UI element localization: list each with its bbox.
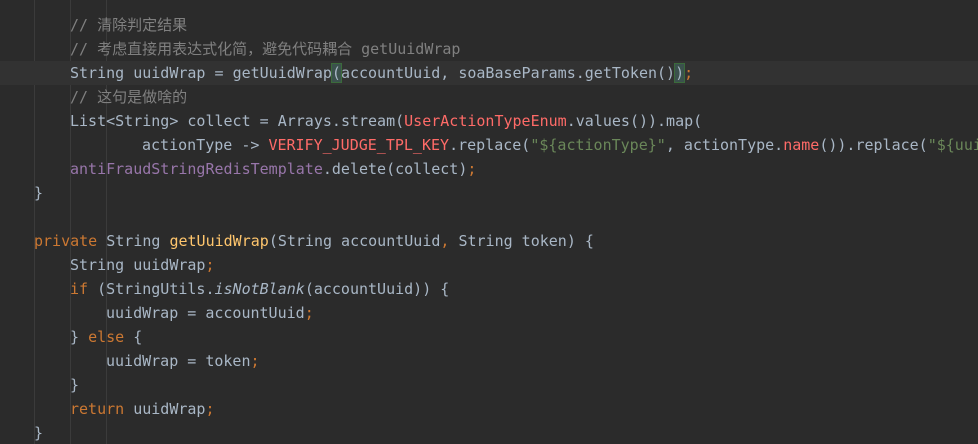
code-text: String uuidWrap = getUuidWrap(accountUui… <box>70 61 693 85</box>
code-text: // 清除判定结果 <box>70 13 187 37</box>
code-text: actionType -> VERIFY_JUDGE_TPL_KEY.repla… <box>142 133 978 157</box>
code-token: ()).replace( <box>819 136 928 154</box>
code-text: String uuidWrap; <box>70 253 215 277</box>
code-text: // 考虑直接用表达式化简，避免代码耦合 getUuidWrap <box>70 37 460 61</box>
code-line[interactable]: } <box>0 373 978 397</box>
code-token: name <box>783 136 820 154</box>
code-token: isNotBlank <box>214 280 305 298</box>
code-token: (String accountUuid <box>268 232 441 250</box>
code-token: accountUuid, soaBaseParams.getToken() <box>340 64 676 82</box>
code-token: if <box>70 280 98 298</box>
code-token: "${uuidWrap}" <box>927 136 978 154</box>
code-line[interactable]: private String getUuidWrap(String accoun… <box>0 229 978 253</box>
code-text: } <box>70 373 79 397</box>
code-token: // 考虑直接用表达式化简，避免代码耦合 getUuidWrap <box>70 40 461 58</box>
code-token: ) <box>674 63 686 83</box>
code-token: String token) { <box>458 232 594 250</box>
code-token: ; <box>304 304 314 322</box>
code-text: antiFraudStringRedisTemplate.delete(coll… <box>70 157 476 181</box>
code-token: } <box>70 328 89 346</box>
code-token: , <box>440 232 459 250</box>
code-line[interactable]: antiFraudStringRedisTemplate.delete(coll… <box>0 157 978 181</box>
code-line[interactable]: // 这句是做啥的 <box>0 85 978 109</box>
code-editor[interactable]: // 清除判定结果 // 考虑直接用表达式化简，避免代码耦合 getUuidWra… <box>0 0 978 444</box>
code-text: } <box>34 181 43 205</box>
code-token: (StringUtils. <box>97 280 215 298</box>
code-token: ; <box>467 160 477 178</box>
code-text: uuidWrap = accountUuid; <box>106 301 314 325</box>
code-token: ; <box>205 256 215 274</box>
code-token: ; <box>250 352 260 370</box>
code-token: ; <box>684 64 694 82</box>
code-token: String <box>106 232 170 250</box>
code-line[interactable] <box>0 205 978 229</box>
code-line[interactable]: if (StringUtils.isNotBlank(accountUuid))… <box>0 277 978 301</box>
code-token: ()).map( <box>629 112 703 130</box>
code-text: return uuidWrap; <box>70 397 215 421</box>
code-token: antiFraudStringRedisTemplate <box>70 160 323 178</box>
code-line[interactable]: actionType -> VERIFY_JUDGE_TPL_KEY.repla… <box>0 133 978 157</box>
code-token: . <box>566 112 576 130</box>
code-token: ( <box>395 112 405 130</box>
code-token: .replace( <box>449 136 531 154</box>
code-token: return <box>70 400 134 418</box>
code-line[interactable]: // 清除判定结果 <box>0 13 978 37</box>
code-token: else <box>88 328 134 346</box>
code-token: } <box>70 376 80 394</box>
code-token: UserActionTypeEnum <box>404 112 567 130</box>
code-token: , actionType. <box>665 136 784 154</box>
code-token: getUuidWrap <box>232 64 332 82</box>
code-token: getUuidWrap <box>169 232 269 250</box>
code-token: String uuidWrap <box>70 256 206 274</box>
code-line[interactable]: } <box>0 421 978 444</box>
code-line[interactable]: List<String> collect = Arrays.stream(Use… <box>0 109 978 133</box>
code-token: uuidWrap <box>133 400 206 418</box>
code-token: stream <box>340 112 396 130</box>
code-token: } <box>34 424 44 442</box>
code-line[interactable]: String uuidWrap; <box>0 253 978 277</box>
code-text: // 这句是做啥的 <box>70 85 187 109</box>
code-line[interactable]: } <box>0 181 978 205</box>
code-token: // 清除判定结果 <box>70 16 188 34</box>
code-token: ( <box>330 63 342 83</box>
code-token: private <box>34 232 107 250</box>
code-text: } <box>34 421 43 444</box>
code-line[interactable]: // 考虑直接用表达式化简，避免代码耦合 getUuidWrap <box>0 37 978 61</box>
code-line[interactable]: uuidWrap = token; <box>0 349 978 373</box>
code-token: .delete(collect) <box>322 160 468 178</box>
code-token: "${actionType}" <box>530 136 666 154</box>
code-text: } else { <box>70 325 142 349</box>
code-line[interactable]: return uuidWrap; <box>0 397 978 421</box>
code-text: uuidWrap = token; <box>106 349 260 373</box>
code-token: uuidWrap = accountUuid <box>106 304 305 322</box>
code-line-current[interactable]: String uuidWrap = getUuidWrap(accountUui… <box>0 61 978 85</box>
code-token: values <box>575 112 630 130</box>
code-token: (accountUuid)) { <box>304 280 450 298</box>
code-token: // 这句是做啥的 <box>70 88 188 106</box>
code-line[interactable]: uuidWrap = accountUuid; <box>0 301 978 325</box>
code-text: private String getUuidWrap(String accoun… <box>34 229 594 253</box>
code-line[interactable]: } else { <box>0 325 978 349</box>
code-token: actionType -> <box>142 136 269 154</box>
code-token: { <box>133 328 143 346</box>
code-token: ; <box>205 400 215 418</box>
code-text: List<String> collect = Arrays.stream(Use… <box>70 109 702 133</box>
code-token: List<String> collect = Arrays. <box>70 112 341 130</box>
code-token: uuidWrap = token <box>106 352 251 370</box>
code-token: VERIFY_JUDGE_TPL_KEY <box>268 136 450 154</box>
code-token: } <box>34 184 44 202</box>
code-text: if (StringUtils.isNotBlank(accountUuid))… <box>70 277 449 301</box>
code-token: String uuidWrap = <box>70 64 233 82</box>
